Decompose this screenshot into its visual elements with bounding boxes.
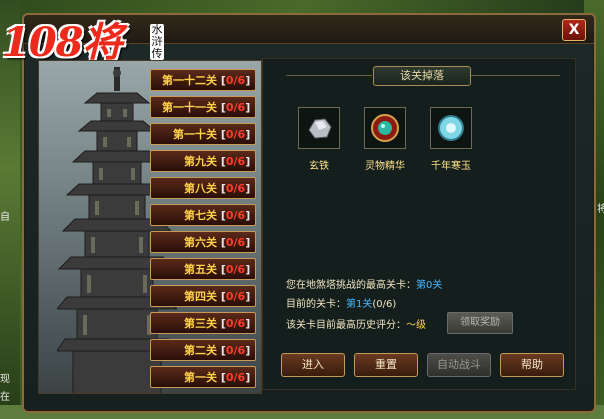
level-name: 第三关 xyxy=(184,317,217,330)
level-progress-value: 0/6 xyxy=(225,371,246,384)
level-progress: [0/6] xyxy=(220,101,251,114)
level-button[interactable]: 第七关 [0/6] xyxy=(150,204,256,226)
level-progress: [0/6] xyxy=(220,74,251,87)
current-level-info: 目前的关卡：第1关(0/6) xyxy=(286,295,396,310)
background-text: 现 xyxy=(0,374,10,385)
drop-item[interactable]: 灵物精华 xyxy=(362,107,408,172)
background-text: 自 xyxy=(0,212,10,223)
level-progress-value: 0/6 xyxy=(225,317,246,330)
level-progress: [0/6] xyxy=(220,236,251,249)
level-button[interactable]: 第一关 [0/6] xyxy=(150,366,256,388)
drop-item-label: 玄铁 xyxy=(309,161,329,172)
level-button[interactable]: 第一十关 [0/6] xyxy=(150,123,256,145)
level-button[interactable]: 第二关 [0/6] xyxy=(150,339,256,361)
level-progress: [0/6] xyxy=(220,371,251,384)
reset-button[interactable]: 重置 xyxy=(354,353,418,377)
level-button[interactable]: 第四关 [0/6] xyxy=(150,285,256,307)
drop-item-label: 千年寒玉 xyxy=(431,161,471,172)
level-progress-value: 0/6 xyxy=(225,128,246,141)
level-progress-value: 0/6 xyxy=(225,290,246,303)
background-text: 将 xyxy=(597,204,604,215)
help-button[interactable]: 帮助 xyxy=(500,353,564,377)
level-progress-value: 0/6 xyxy=(225,182,246,195)
level-name: 第一关 xyxy=(184,371,217,384)
level-progress: [0/6] xyxy=(220,290,251,303)
level-button[interactable]: 第九关 [0/6] xyxy=(150,150,256,172)
drop-item[interactable]: 千年寒玉 xyxy=(428,107,474,172)
level-name: 第八关 xyxy=(184,182,217,195)
info-label: 目前的关卡： xyxy=(286,299,346,310)
level-name: 第九关 xyxy=(184,155,217,168)
level-progress-value: 0/6 xyxy=(225,236,246,249)
level-button[interactable]: 第一十二关 [0/6] xyxy=(150,69,256,91)
history-score-info: 该关卡目前最高历史评分：～级 xyxy=(286,316,426,331)
level-name: 第七关 xyxy=(184,209,217,222)
info-label: 该关卡目前最高历史评分： xyxy=(286,320,406,331)
level-name: 第一十关 xyxy=(173,128,217,141)
logo-subtitle: 水浒传 xyxy=(150,23,164,60)
level-progress-value: 0/6 xyxy=(225,101,246,114)
level-name: 第六关 xyxy=(184,236,217,249)
level-button[interactable]: 第八关 [0/6] xyxy=(150,177,256,199)
background-text: 在 xyxy=(0,392,10,403)
level-button[interactable]: 第五关 [0/6] xyxy=(150,258,256,280)
level-progress: [0/6] xyxy=(220,155,251,168)
current-level-value: 第1关 xyxy=(346,299,373,310)
drop-item[interactable]: 玄铁 xyxy=(296,107,342,172)
close-button[interactable]: X xyxy=(562,19,586,41)
divider xyxy=(286,75,372,76)
level-progress-value: 0/6 xyxy=(225,263,246,276)
claim-reward-button[interactable]: 领取奖励 xyxy=(447,312,513,334)
level-name: 第二关 xyxy=(184,344,217,357)
level-progress: [0/6] xyxy=(220,128,251,141)
level-progress-value: 0/6 xyxy=(225,155,246,168)
drops-title: 该关掉落 xyxy=(373,66,471,86)
info-label: 您在地煞塔挑战的最高关卡： xyxy=(286,280,416,291)
level-progress-value: 0/6 xyxy=(225,209,246,222)
level-progress: [0/6] xyxy=(220,182,251,195)
level-button[interactable]: 第三关 [0/6] xyxy=(150,312,256,334)
history-score-value: ～级 xyxy=(406,320,426,331)
ore-icon xyxy=(298,107,340,149)
drop-item-label: 灵物精华 xyxy=(365,161,405,172)
current-level-progress: (0/6) xyxy=(372,299,397,310)
level-progress: [0/6] xyxy=(220,209,251,222)
level-progress-value: 0/6 xyxy=(225,74,246,87)
level-name: 第一十二关 xyxy=(162,74,217,87)
jade-icon xyxy=(430,107,472,149)
essence-icon xyxy=(364,107,406,149)
highest-level-info: 您在地煞塔挑战的最高关卡：第0关 xyxy=(286,276,442,291)
level-progress-value: 0/6 xyxy=(225,344,246,357)
level-name: 第一十一关 xyxy=(162,101,217,114)
level-name: 第四关 xyxy=(184,290,217,303)
level-button[interactable]: 第一十一关 [0/6] xyxy=(150,96,256,118)
divider xyxy=(470,75,560,76)
level-name: 第五关 xyxy=(184,263,217,276)
enter-button[interactable]: 进入 xyxy=(281,353,345,377)
level-progress: [0/6] xyxy=(220,263,251,276)
highest-level-value: 第0关 xyxy=(416,280,443,291)
game-logo: 108将 水浒传 xyxy=(0,6,170,68)
level-progress: [0/6] xyxy=(220,344,251,357)
level-progress: [0/6] xyxy=(220,317,251,330)
auto-battle-button[interactable]: 自动战斗 xyxy=(427,353,491,377)
level-button[interactable]: 第六关 [0/6] xyxy=(150,231,256,253)
